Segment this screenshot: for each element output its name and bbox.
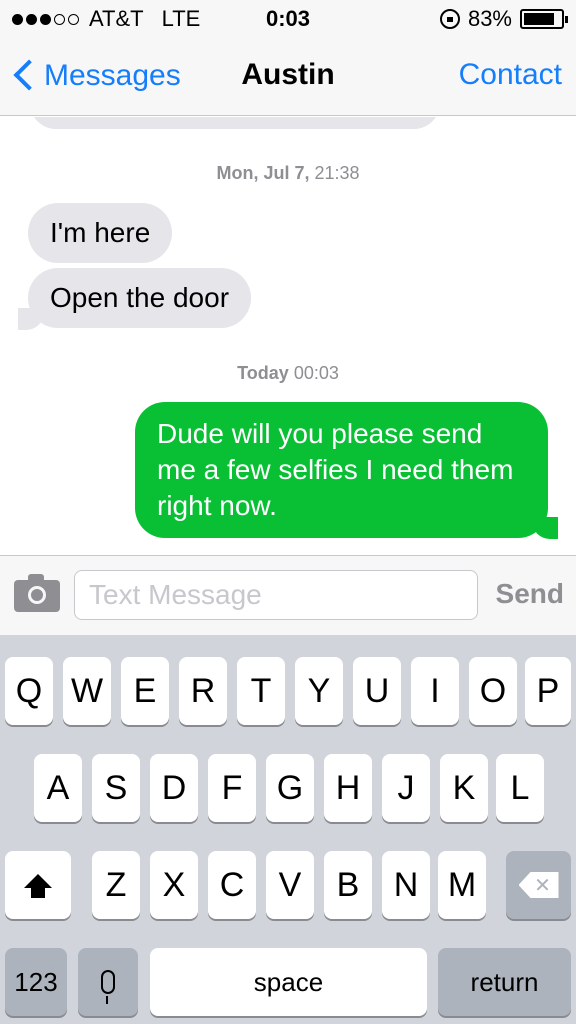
backspace-key[interactable]: ✕ — [506, 851, 571, 919]
message-input[interactable] — [74, 570, 478, 620]
dictation-key[interactable] — [78, 948, 138, 1016]
timestamp-separator: Today 00:03 — [0, 363, 576, 384]
timestamp-time: 00:03 — [293, 363, 339, 383]
incoming-message[interactable]: I'm here — [28, 203, 173, 263]
message-text: I'm here — [50, 217, 151, 248]
navigation-bar: Messages Austin Contact — [0, 38, 576, 116]
shift-key[interactable] — [5, 851, 71, 919]
key-z[interactable]: Z — [92, 851, 140, 919]
timestamp-day: Today — [237, 363, 289, 383]
key-p[interactable]: P — [525, 657, 571, 725]
key-v[interactable]: V — [266, 851, 314, 919]
contact-button[interactable]: Contact — [459, 58, 562, 92]
key-e[interactable]: E — [121, 657, 169, 725]
bubble-tail — [532, 517, 558, 539]
rotation-lock-icon — [439, 9, 460, 29]
previous-message-bubble — [30, 117, 440, 129]
numbers-key[interactable]: 123 — [5, 948, 67, 1016]
key-f[interactable]: F — [208, 754, 256, 822]
message-composer: Send — [0, 555, 576, 635]
message-text: Open the door — [50, 282, 230, 313]
timestamp-separator: Mon, Jul 7, 21:38 — [0, 163, 576, 184]
status-bar: AT&T LTE 0:03 83% — [0, 0, 576, 38]
key-s[interactable]: S — [92, 754, 140, 822]
key-w[interactable]: W — [63, 657, 111, 725]
key-m[interactable]: M — [438, 851, 486, 919]
battery-icon — [520, 9, 568, 29]
microphone-icon — [101, 970, 115, 1004]
key-y[interactable]: Y — [295, 657, 343, 725]
key-a[interactable]: A — [34, 754, 82, 822]
outgoing-message[interactable]: Dude will you please send me a few selfi… — [135, 402, 548, 538]
key-g[interactable]: G — [266, 754, 314, 822]
message-thread[interactable]: Mon, Jul 7, 21:38 I'm here Open the door… — [0, 117, 576, 555]
timestamp-day: Mon, Jul 7, — [216, 163, 310, 183]
key-d[interactable]: D — [150, 754, 198, 822]
key-c[interactable]: C — [208, 851, 256, 919]
key-l[interactable]: L — [496, 754, 544, 822]
key-x[interactable]: X — [150, 851, 198, 919]
key-q[interactable]: Q — [5, 657, 53, 725]
key-k[interactable]: K — [440, 754, 488, 822]
timestamp-time: 21:38 — [314, 163, 360, 183]
status-right: 83% — [439, 6, 568, 32]
message-text: Dude will you please send me a few selfi… — [157, 418, 514, 521]
space-key[interactable]: space — [150, 948, 427, 1016]
key-j[interactable]: J — [382, 754, 430, 822]
key-r[interactable]: R — [179, 657, 227, 725]
key-i[interactable]: I — [411, 657, 459, 725]
key-n[interactable]: N — [382, 851, 430, 919]
incoming-message[interactable]: Open the door — [28, 268, 252, 328]
camera-icon[interactable] — [14, 574, 60, 612]
shift-arrow-icon — [24, 874, 52, 898]
return-key[interactable]: return — [438, 948, 571, 1016]
keyboard: Q W E R T Y U I O P A S D F G H J K L Z … — [0, 635, 576, 1024]
key-h[interactable]: H — [324, 754, 372, 822]
key-b[interactable]: B — [324, 851, 372, 919]
key-t[interactable]: T — [237, 657, 285, 725]
backspace-icon: ✕ — [518, 872, 559, 898]
key-u[interactable]: U — [353, 657, 401, 725]
key-o[interactable]: O — [469, 657, 517, 725]
bubble-tail — [18, 308, 44, 330]
send-button[interactable]: Send — [496, 578, 564, 610]
battery-percent: 83% — [467, 6, 512, 31]
